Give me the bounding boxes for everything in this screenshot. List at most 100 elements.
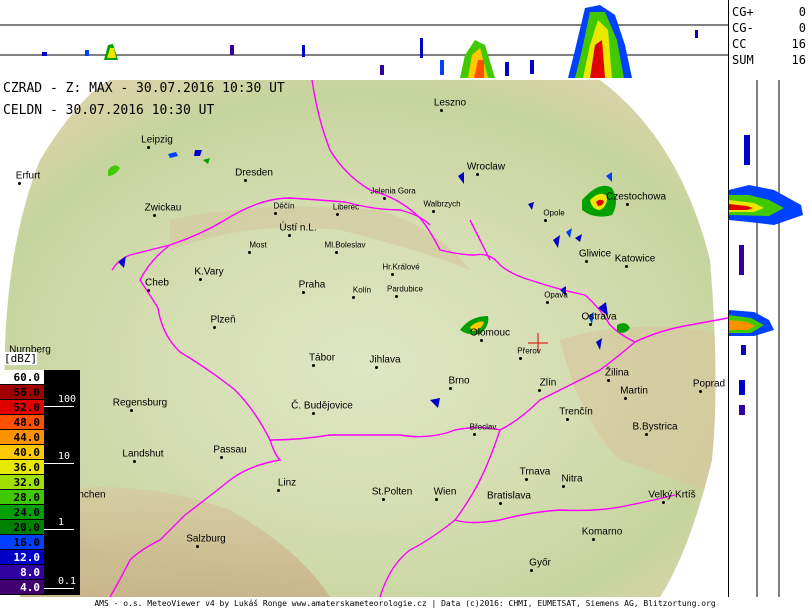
city-dot xyxy=(562,485,565,488)
city-label: Most xyxy=(249,240,267,250)
city-dot xyxy=(440,109,443,112)
profile-echo-2 xyxy=(460,40,495,78)
stat-value: 0 xyxy=(798,5,806,19)
city-dot xyxy=(244,179,247,182)
city-dot xyxy=(199,278,202,281)
city-dot xyxy=(499,502,502,505)
city-label: Salzburg xyxy=(186,533,226,545)
city-label: Passau xyxy=(213,444,247,456)
city-dot xyxy=(18,182,21,185)
city-label: Ml.Boleslav xyxy=(324,240,366,250)
legend-row: 60.0 xyxy=(0,370,44,385)
city-dot xyxy=(196,545,199,548)
city-label: Wien xyxy=(433,486,457,498)
city-dot xyxy=(288,234,291,237)
city-label: Velký Krtíš xyxy=(648,489,696,501)
legend-row: 52.0 xyxy=(0,400,44,415)
city-dot xyxy=(480,339,483,342)
city-label: Kolín xyxy=(352,285,372,295)
city-label: Praha xyxy=(298,279,326,291)
city-label: Leszno xyxy=(433,97,467,109)
city-label: Zwickau xyxy=(144,202,182,214)
city-dot xyxy=(335,251,338,254)
city-label: Walbrzych xyxy=(423,199,461,209)
city-dot xyxy=(449,387,452,390)
city-dot xyxy=(607,379,610,382)
city-dot xyxy=(312,412,315,415)
city-label: Győr xyxy=(529,557,551,569)
legend-row: 8.0 xyxy=(0,565,44,580)
footer-credits: AMS - o.s. MeteoViewer v4 by Lukáš Ronge… xyxy=(0,597,810,610)
radar-header: CZRAD - Z: MAX - 30.07.2016 10:30 UT xyxy=(3,81,285,96)
legend-row: 56.0 xyxy=(0,385,44,400)
legend-row: 48.0 xyxy=(0,415,44,430)
legend-row: 20.0 xyxy=(0,520,44,535)
legend-row: 36.0 xyxy=(0,460,44,475)
dbz-legend: [dBZ]mm/h60.056.052.048.044.040.036.032.… xyxy=(0,350,80,597)
city-dot xyxy=(625,265,628,268)
city-dot xyxy=(544,219,547,222)
city-dot xyxy=(589,323,592,326)
mmh-label: 0.1 xyxy=(58,575,77,587)
city-label: Dresden xyxy=(235,167,273,179)
stat-label: CG+ xyxy=(732,5,754,19)
city-dot xyxy=(645,433,648,436)
city-label: Landshut xyxy=(122,448,164,460)
map-canvas xyxy=(0,79,729,598)
city-label: Regensburg xyxy=(112,397,168,409)
city-label: Cheb xyxy=(145,277,169,289)
legend-row: 40.0 xyxy=(0,445,44,460)
lightning-header: CELDN - 30.07.2016 10:30 UT xyxy=(3,103,215,118)
city-dot xyxy=(213,326,216,329)
city-dot xyxy=(525,478,528,481)
city-dot xyxy=(220,456,223,459)
stat-label: CG- xyxy=(732,21,754,35)
city-dot xyxy=(383,197,386,200)
vertical-profile xyxy=(729,80,803,597)
city-dot xyxy=(147,146,150,149)
city-dot xyxy=(585,260,588,263)
legend-row: 4.0 xyxy=(0,580,44,595)
city-dot xyxy=(519,357,522,360)
city-label: Plzeň xyxy=(210,314,236,326)
horizontal-profile xyxy=(0,5,728,78)
city-dot xyxy=(130,409,133,412)
legend-row: 12.0 xyxy=(0,550,44,565)
radar-map: Leszno Leipzig Wroclaw Erfurt Dresden Jelenia… xyxy=(0,79,729,598)
city-label: K.Vary xyxy=(194,266,224,278)
city-label: Děčín xyxy=(273,201,295,211)
city-dot xyxy=(530,569,533,572)
city-label: Ústí n.L. xyxy=(279,222,317,234)
city-dot xyxy=(395,295,398,298)
city-label: Opole xyxy=(543,208,565,218)
profile-echo-1 xyxy=(104,44,118,60)
city-label: Pardubice xyxy=(386,284,424,294)
city-label: Trnava xyxy=(519,466,551,478)
city-label: Erfurt xyxy=(15,170,41,182)
city-dot xyxy=(538,389,541,392)
legend-title: [dBZ] xyxy=(4,352,38,365)
city-label: Komarno xyxy=(581,526,623,538)
stat-label: SUM xyxy=(732,53,754,67)
stat-value: 16 xyxy=(791,53,806,67)
city-dot xyxy=(662,501,665,504)
city-dot xyxy=(435,498,438,501)
side-profile-panel xyxy=(728,0,810,597)
city-dot xyxy=(277,489,280,492)
mmh-tick xyxy=(44,406,74,407)
stat-row: CG- 0 xyxy=(732,20,806,36)
city-label: Břeclav xyxy=(469,422,497,432)
city-dot xyxy=(312,364,315,367)
city-dot xyxy=(274,212,277,215)
side-echo-1 xyxy=(729,185,803,225)
city-label: Czestochowa xyxy=(605,191,667,203)
city-dot xyxy=(391,273,394,276)
city-label: Přerov xyxy=(517,346,541,356)
city-label: Hr.Králové xyxy=(382,262,420,272)
city-label: Tábor xyxy=(308,352,336,364)
city-label: Nitra xyxy=(561,473,583,485)
city-dot xyxy=(352,296,355,299)
city-dot xyxy=(336,213,339,216)
stat-label: CC xyxy=(732,37,747,51)
city-label: Linz xyxy=(277,477,297,489)
